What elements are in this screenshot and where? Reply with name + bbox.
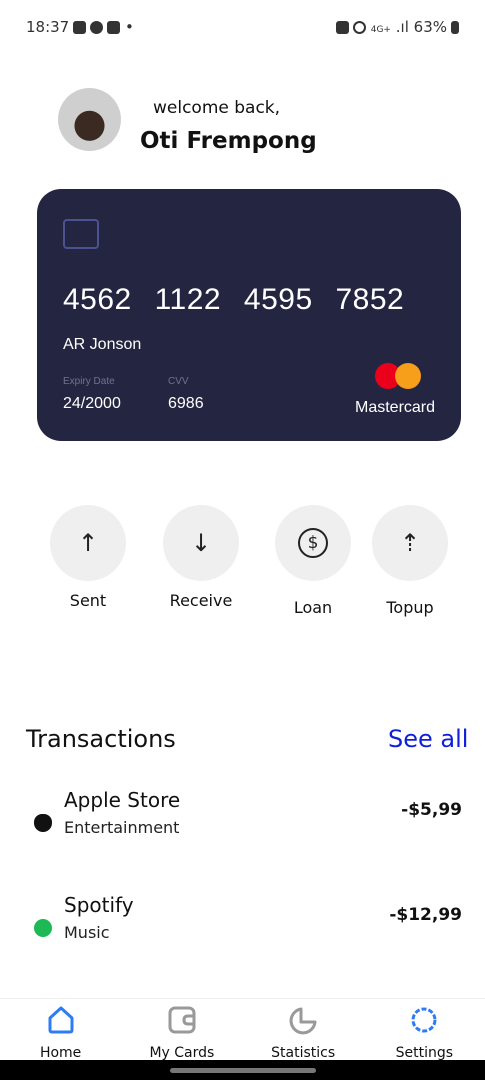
nav-my-cards[interactable]: My Cards — [121, 999, 242, 1061]
arrow-up-icon: ↑ — [50, 505, 126, 581]
home-gesture-handle[interactable] — [170, 1068, 316, 1073]
signal-icon: .ıl — [395, 18, 409, 36]
clock: 18:37 — [26, 18, 70, 36]
dollar-icon: $ — [275, 505, 351, 581]
nav-statistics[interactable]: Statistics — [243, 999, 364, 1061]
card-holder: AR Jonson — [63, 336, 142, 353]
settings-icon — [411, 1007, 437, 1033]
mastercard-logo-icon — [375, 363, 421, 389]
topup-label: Topup — [386, 598, 434, 617]
home-icon — [48, 1006, 74, 1034]
nav-settings-label: Settings — [395, 1045, 454, 1061]
cloud-upload-icon: ⇡ — [372, 505, 448, 581]
topup-button[interactable]: ⇡ Topup — [372, 505, 448, 617]
whatsapp-icon — [90, 21, 104, 34]
pie-chart-icon — [289, 1007, 317, 1035]
battery-icon — [451, 21, 459, 34]
card-brand: Mastercard — [355, 399, 436, 416]
network-type: 4G+ — [370, 25, 391, 35]
transaction-row[interactable]: Apple Store Entertainment -$5,99 — [34, 788, 474, 848]
nav-settings[interactable]: Settings — [364, 999, 485, 1061]
transaction-amount: -$5,99 — [401, 800, 462, 820]
sent-button[interactable]: ↑ Sent — [50, 505, 126, 610]
transaction-category: Entertainment — [64, 818, 180, 837]
card-number: 4562 1122 4595 7852 — [63, 283, 405, 316]
welcome-text: welcome back, — [153, 98, 281, 118]
battery-level: 63% — [413, 18, 447, 36]
apple-icon — [34, 814, 52, 832]
transaction-amount: -$12,99 — [389, 905, 462, 925]
loan-label: Loan — [293, 598, 333, 617]
avatar[interactable] — [58, 88, 121, 151]
nav-home-label: Home — [39, 1045, 82, 1061]
sent-label: Sent — [69, 591, 107, 610]
transaction-category: Music — [64, 923, 110, 942]
gallery-icon — [73, 21, 87, 34]
transaction-name: Spotify — [64, 893, 134, 917]
receive-button[interactable]: ↓ Receive — [163, 505, 239, 610]
transaction-name: Apple Store — [64, 788, 181, 812]
wallet-icon — [168, 1006, 196, 1034]
see-all-link[interactable]: See all — [388, 725, 468, 753]
bottom-nav: Home My Cards Statistics Settings — [0, 998, 485, 1061]
arrow-down-icon: ↓ — [163, 505, 239, 581]
nav-my-cards-label: My Cards — [149, 1045, 215, 1061]
nav-statistics-label: Statistics — [271, 1045, 336, 1061]
cvv-value: 6986 — [168, 395, 204, 412]
receive-label: Receive — [169, 591, 233, 610]
user-name: Oti Frempong — [140, 128, 317, 154]
status-bar: 18:37 • 4G+ .ıl 63% — [26, 16, 459, 38]
battery-saver-icon — [335, 21, 349, 34]
snapchat-icon — [107, 21, 121, 34]
expiry-value: 24/2000 — [63, 395, 121, 412]
hotspot-icon — [352, 21, 366, 34]
nav-home[interactable]: Home — [0, 999, 121, 1061]
transaction-row[interactable]: Spotify Music -$12,99 — [34, 893, 474, 953]
credit-card[interactable]: 4562 1122 4595 7852 AR Jonson Expiry Dat… — [37, 189, 461, 441]
chip-icon — [63, 219, 99, 249]
expiry-label: Expiry Date — [63, 376, 115, 387]
transactions-title: Transactions — [26, 725, 176, 753]
cvv-label: CVV — [168, 376, 189, 387]
loan-button[interactable]: $ Loan — [275, 505, 351, 617]
spotify-icon — [34, 919, 52, 937]
